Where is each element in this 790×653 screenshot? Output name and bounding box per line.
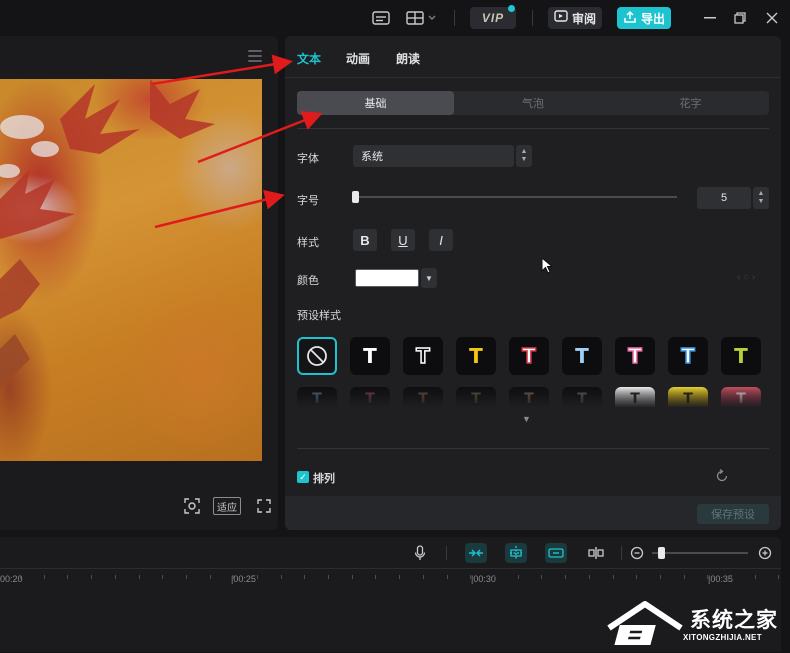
ruler-time-label: |00:25 [231,574,256,584]
ruler-tick [20,575,21,579]
ruler-tick [684,575,685,579]
ruler-time-label: |00:35 [708,574,733,584]
ruler-tick [470,575,471,579]
ruler-tick [139,575,140,579]
ruler-tick [44,575,45,579]
ruler-tick [210,575,211,579]
divider [621,546,622,560]
ruler-tick [731,575,732,579]
zoom-slider-track[interactable] [652,552,748,554]
zoom-out-icon[interactable] [626,543,648,563]
linkage-icon[interactable] [545,543,567,563]
watermark-title: 系统之家 [690,609,778,632]
ruler-tick [233,575,234,579]
ruler-tick [613,575,614,579]
ruler-tick [352,575,353,579]
ruler-tick [778,575,779,579]
mouse-cursor-icon [541,256,554,280]
preview-axis-icon[interactable] [585,543,607,563]
microphone-icon[interactable] [409,543,431,563]
ruler-tick [494,575,495,579]
ruler-tick [67,575,68,579]
ruler-tick [162,575,163,579]
zoom-in-icon[interactable] [754,543,776,563]
ruler-tick [755,575,756,579]
watermark-url: XITONGZHIJIA.NET [683,633,762,642]
ruler-tick [636,575,637,579]
ruler-tick [565,575,566,579]
ruler-tick [707,575,708,579]
divider [446,546,447,560]
ruler-tick [541,575,542,579]
ruler-tick [518,575,519,579]
ruler-tick [186,575,187,579]
ruler-tick [304,575,305,579]
main-track-magnet-icon[interactable] [465,543,487,563]
ruler-time-label: |00:30 [471,574,496,584]
ruler-tick [115,575,116,579]
ruler-tick [375,575,376,579]
ruler-tick [328,575,329,579]
auto-snap-icon[interactable] [505,543,527,563]
ruler-tick [281,575,282,579]
ruler-tick [660,575,661,579]
ruler-tick [589,575,590,579]
ruler-tick [447,575,448,579]
ruler-tick [91,575,92,579]
ruler-tick [423,575,424,579]
ruler-tick [257,575,258,579]
house-logo-icon [607,601,683,645]
ruler-tick [399,575,400,579]
zoom-slider-thumb[interactable] [658,547,665,559]
